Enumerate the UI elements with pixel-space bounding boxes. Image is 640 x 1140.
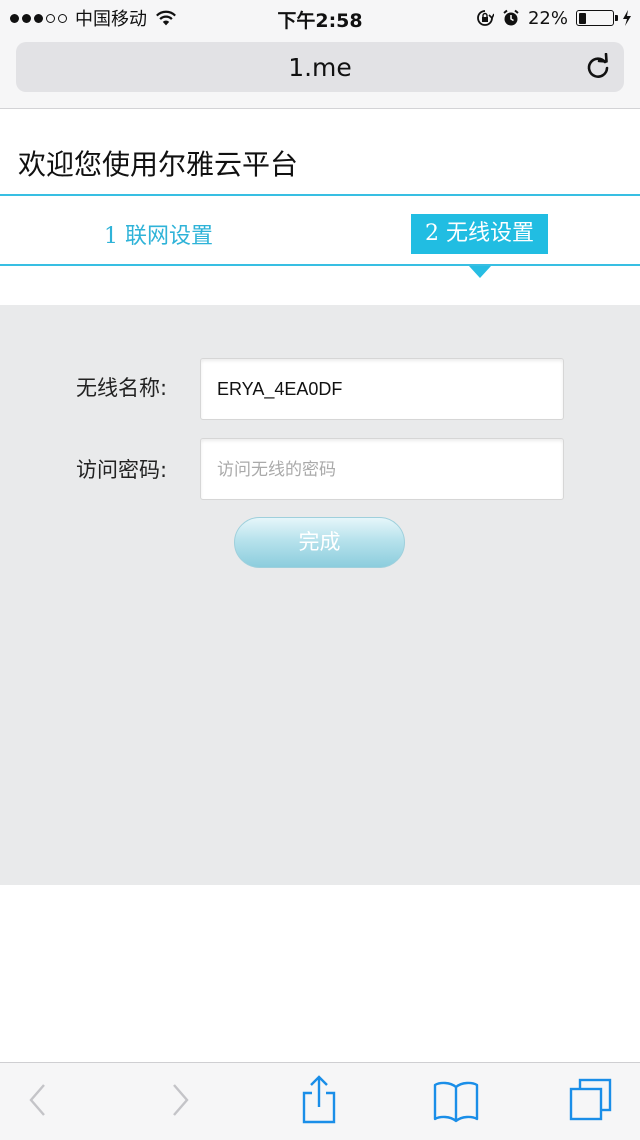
charging-bolt-icon [623,10,631,26]
alarm-icon [503,9,519,26]
forward-icon[interactable] [168,1077,192,1123]
rotation-lock-icon [477,10,494,26]
ssid-label: 无线名称: [76,376,168,400]
step-network-settings[interactable]: 1 联网设置 [104,218,213,250]
active-step-indicator [469,266,491,278]
password-label: 访问密码: [76,458,168,482]
ssid-input[interactable] [201,359,563,419]
page-title: 欢迎您使用尔雅云平台 [18,148,299,181]
wireless-form-panel: 无线名称: 访问密码: 完成 [0,305,640,885]
battery-percent: 22% [527,7,568,29]
reload-icon[interactable] [584,53,612,81]
back-icon[interactable] [26,1077,50,1123]
status-bar-right: 22% [476,7,632,29]
step-wireless-settings[interactable]: 2 无线设置 [411,214,548,254]
share-icon[interactable] [300,1075,338,1125]
status-bar: 中国移动 下午2:58 22% [0,0,640,36]
browser-address-area: 1.me [0,36,640,109]
ssid-field[interactable] [200,358,564,420]
browser-toolbar [0,1062,640,1140]
done-button[interactable]: 完成 [234,517,405,568]
address-bar[interactable]: 1.me [16,42,624,92]
setup-steps: 1 联网设置 2 无线设置 [0,194,640,266]
tabs-icon[interactable] [568,1077,614,1123]
battery-icon [576,10,618,26]
password-input[interactable] [201,439,563,499]
url-text[interactable]: 1.me [16,53,624,82]
password-field[interactable] [200,438,564,500]
bookmarks-icon[interactable] [432,1079,480,1123]
